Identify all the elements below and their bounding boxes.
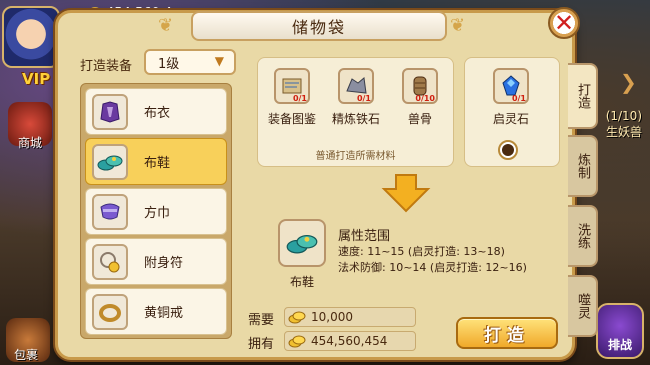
- item-name: 黄铜戒: [144, 306, 184, 321]
- close-button[interactable]: ✕: [548, 7, 580, 39]
- cost-need-label: 需要: [248, 313, 275, 328]
- material-name: 装备图鉴: [267, 112, 316, 126]
- cost-need-value-bar: 10,000: [284, 307, 416, 327]
- item-name: 布衣: [144, 106, 171, 121]
- window-title: 储物袋: [191, 11, 447, 41]
- cost-have-value-bar: 454,560,454: [284, 331, 416, 351]
- material-name: 精炼铁石: [331, 112, 380, 126]
- list-item-cloth-shoes[interactable]: 布鞋: [85, 138, 227, 185]
- cost-need-value: 10,000: [311, 310, 353, 324]
- material-slot-scroll[interactable]: 0/1: [274, 68, 310, 104]
- speed-attribute: 速度: 11~15 (启灵打造: 13~18): [338, 245, 505, 258]
- equipment-list: 布衣 布鞋 方巾 附身符 黄铜戒: [80, 83, 232, 339]
- shop-label: 商城: [18, 136, 43, 150]
- craft-button[interactable]: 打造: [456, 317, 558, 349]
- cloth-shoes-icon: [92, 143, 128, 180]
- tab-refine[interactable]: 炼制: [568, 135, 598, 197]
- result-item-name: 布鞋: [289, 275, 314, 289]
- material-count: 0/1: [511, 94, 526, 103]
- tab-label: 洗练: [575, 223, 590, 249]
- gold-coin-icon: [288, 311, 306, 324]
- cost-have-label: 拥有: [248, 337, 275, 352]
- headscarf-icon: [92, 193, 128, 230]
- tab-label: 噬灵: [575, 293, 590, 319]
- tab-devour[interactable]: 噬灵: [568, 275, 598, 337]
- material-slot-bone[interactable]: 0/10: [402, 68, 438, 104]
- tab-label: 炼制: [575, 153, 590, 179]
- player-avatar[interactable]: [2, 6, 60, 68]
- cloth-shoes-icon: [286, 235, 318, 254]
- material-slot-iron-ore[interactable]: 0/1: [338, 68, 374, 104]
- quest-progress: (1/10): [605, 109, 642, 123]
- spirit-stone-toggle[interactable]: [498, 140, 518, 160]
- quest-tracker[interactable]: (1/10) 生妖兽: [606, 108, 642, 140]
- material-name: 启灵石: [492, 112, 529, 126]
- tab-wash[interactable]: 洗练: [568, 205, 598, 267]
- list-item-amulet[interactable]: 附身符: [85, 238, 227, 285]
- brass-ring-icon: [92, 293, 128, 330]
- materials-panel: 0/1 装备图鉴 0/1 精炼铁石 0/10 兽骨 普通打造所需材料: [257, 57, 454, 167]
- level-dropdown[interactable]: 1级 ▼: [144, 49, 236, 75]
- material-count: 0/10: [415, 94, 435, 103]
- craft-equip-label: 打造装备: [80, 59, 133, 74]
- bag-label: 包裹: [14, 348, 39, 362]
- arrow-down-icon: [381, 174, 431, 213]
- close-icon: ✕: [553, 9, 575, 37]
- collapse-arrow-icon[interactable]: ❯: [620, 70, 642, 94]
- battle-button[interactable]: 排战: [596, 303, 644, 359]
- material-slot-spirit-stone[interactable]: 0/1: [493, 68, 529, 104]
- item-name: 附身符: [144, 256, 184, 271]
- storage-bag-window: ❦ 储物袋 ❦ ✕ 打造装备 1级 ▼ 布衣 布鞋 方巾 附身符 黄铜戒 0/1…: [55, 7, 598, 360]
- level-value: 1级: [158, 56, 180, 72]
- material-name: 兽骨: [407, 112, 432, 126]
- toggle-dot: [502, 144, 514, 156]
- chevron-down-icon: ▼: [214, 54, 224, 68]
- cost-have-value: 454,560,454: [311, 334, 388, 348]
- magic-defense-attribute: 法术防御: 10~14 (启灵打造: 12~16): [338, 261, 527, 274]
- list-item-headscarf[interactable]: 方巾: [85, 188, 227, 235]
- vip-badge[interactable]: VIP: [22, 70, 50, 88]
- result-item-slot[interactable]: [278, 219, 326, 267]
- tab-craft[interactable]: 打造: [568, 63, 598, 129]
- amulet-icon: [92, 243, 128, 280]
- list-item-brass-ring[interactable]: 黄铜戒: [85, 288, 227, 335]
- tab-label: 打造: [575, 83, 590, 109]
- quest-name: 生妖兽: [605, 125, 642, 139]
- list-item-cloth-armor[interactable]: 布衣: [85, 88, 227, 135]
- material-count: 0/1: [356, 94, 371, 103]
- gold-coin-icon: [288, 335, 306, 348]
- cloth-armor-icon: [92, 93, 128, 130]
- item-name: 布鞋: [144, 156, 171, 171]
- material-count: 0/1: [292, 94, 307, 103]
- spirit-stone-panel: 0/1 启灵石: [464, 57, 560, 167]
- title-ornament-right: ❦: [450, 15, 466, 36]
- item-name: 方巾: [144, 206, 171, 221]
- attribute-range-title: 属性范围: [338, 229, 391, 244]
- materials-note: 普通打造所需材料: [315, 151, 396, 162]
